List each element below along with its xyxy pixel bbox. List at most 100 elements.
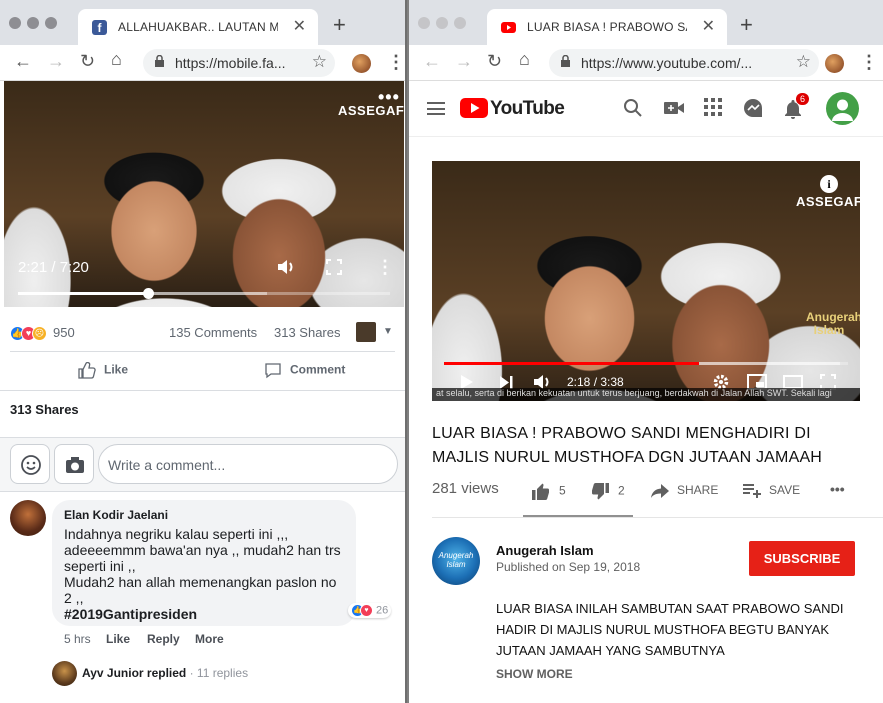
dislike-count: 2: [618, 483, 625, 498]
reload-icon[interactable]: ↻: [80, 51, 95, 72]
notification-badge: 6: [796, 93, 810, 105]
window-controls[interactable]: [418, 16, 472, 34]
youtube-header: YouTube 6: [409, 81, 883, 137]
create-video-icon[interactable]: [663, 98, 685, 118]
reaction-summary[interactable]: 👍 ♥ ☹ 950: [10, 325, 75, 342]
window-controls[interactable]: [9, 16, 63, 34]
comment-reactions[interactable]: 👍 ♥ 26: [348, 603, 392, 618]
play-icon[interactable]: [460, 375, 474, 389]
avatar[interactable]: [52, 661, 77, 686]
replies-link[interactable]: Ayv Junior replied · 11 replies: [82, 666, 248, 680]
volume-icon[interactable]: [276, 257, 296, 277]
profile-avatar[interactable]: [825, 54, 844, 73]
emoji-button[interactable]: [10, 444, 50, 484]
comment-author[interactable]: Elan Kodir Jaelani: [64, 508, 168, 522]
view-count: 281 views: [432, 480, 499, 497]
more-options-icon[interactable]: •••: [378, 87, 400, 108]
new-tab-button[interactable]: +: [333, 12, 346, 38]
back-icon[interactable]: ←: [423, 51, 441, 72]
theater-mode-icon[interactable]: [783, 375, 803, 389]
save-button[interactable]: SAVE: [743, 483, 800, 498]
hashtag-link[interactable]: #2019Gantipresiden: [64, 606, 197, 622]
publish-date: Published on Sep 19, 2018: [496, 560, 641, 574]
comment-reaction-count: 26: [376, 604, 389, 617]
video-progress-bar[interactable]: [18, 288, 390, 299]
search-icon[interactable]: [623, 98, 643, 118]
comment-button[interactable]: Comment: [264, 362, 345, 379]
facebook-video-player[interactable]: ASSEGAF ••• 2:21 / 7:20 ⋮: [4, 81, 404, 307]
channel-avatar[interactable]: Anugerah Islam: [432, 537, 480, 585]
tab-title: LUAR BIASA ! PRABOWO SAND: [527, 20, 687, 34]
tab-facebook[interactable]: f ALLAHUAKBAR.. LAUTAN MA ✕: [78, 9, 318, 45]
back-icon[interactable]: ←: [14, 51, 32, 72]
like-button[interactable]: Like: [78, 361, 129, 379]
youtube-video-player[interactable]: ASSEGAF i Anugerah Islam 2:18 / 3:38 at …: [432, 161, 860, 401]
reply-link-label: Reply: [147, 632, 180, 646]
shares-heading[interactable]: 313 Shares: [10, 402, 79, 417]
video-menu-icon[interactable]: ⋮: [376, 257, 394, 278]
comment-more-link[interactable]: More: [195, 632, 224, 646]
url-text: https://mobile.fa...: [175, 55, 286, 71]
comment-body: Indahnya negriku kalau seperti ini ,,, a…: [64, 526, 341, 606]
like-label: Like: [104, 362, 129, 377]
like-button[interactable]: 5: [532, 483, 566, 500]
user-avatar[interactable]: [826, 92, 859, 125]
more-actions-icon[interactable]: •••: [830, 481, 845, 497]
youtube-logo-icon[interactable]: [460, 98, 488, 118]
comment-reply-link[interactable]: Reply: [147, 632, 180, 646]
camera-icon: [66, 457, 84, 473]
caret-down-icon[interactable]: ▼: [383, 326, 393, 337]
info-icon[interactable]: i: [820, 175, 838, 193]
forward-icon[interactable]: →: [455, 51, 473, 72]
tab-title: ALLAHUAKBAR.. LAUTAN MA: [118, 20, 278, 34]
video-watermark: ASSEGAF: [796, 194, 860, 209]
video-description: LUAR BIASA INILAH SAMBUTAN SAAT PRABOWO …: [496, 601, 844, 658]
comment-bubble: Elan Kodir Jaelani Indahnya negriku kala…: [52, 500, 356, 626]
browser-menu-icon[interactable]: ⋮: [860, 52, 878, 73]
browser-menu-icon[interactable]: ⋮: [387, 52, 405, 73]
comment-text: Indahnya negriku kalau seperti ini ,,, a…: [64, 526, 354, 622]
home-icon[interactable]: ⌂: [519, 49, 530, 70]
show-more-button[interactable]: SHOW MORE: [496, 667, 573, 681]
bookmark-star-icon[interactable]: ☆: [796, 52, 811, 72]
fullscreen-icon[interactable]: [326, 259, 342, 275]
photo-button[interactable]: [54, 444, 94, 484]
subscribe-button[interactable]: SUBSCRIBE: [749, 541, 855, 576]
dislike-button[interactable]: 2: [591, 483, 625, 500]
facebook-favicon-icon: f: [92, 20, 107, 35]
reply-count: · 11 replies: [189, 666, 249, 680]
reload-icon[interactable]: ↻: [487, 51, 502, 72]
video-progress-bar[interactable]: [444, 362, 848, 365]
youtube-wordmark[interactable]: YouTube: [490, 98, 565, 120]
home-icon[interactable]: ⌂: [111, 49, 122, 70]
comment-like-link[interactable]: Like: [106, 632, 130, 646]
profile-avatar[interactable]: [352, 54, 371, 73]
messages-icon[interactable]: [743, 98, 763, 118]
more-link-label: More: [195, 632, 224, 646]
reaction-count: 950: [53, 325, 75, 340]
channel-name[interactable]: Anugerah Islam: [496, 543, 594, 558]
lock-icon: [561, 55, 570, 67]
apps-grid-icon[interactable]: [704, 98, 722, 116]
tab-youtube[interactable]: LUAR BIASA ! PRABOWO SAND ✕: [487, 9, 727, 45]
video-title: LUAR BIASA ! PRABOWO SANDI MENGHADIRI DI…: [432, 425, 823, 466]
love-reaction-icon: ♥: [360, 604, 373, 617]
address-bar[interactable]: https://www.youtube.com/... ☆: [549, 49, 819, 77]
shares-count[interactable]: 313 Shares: [274, 325, 341, 340]
comment-bubble-icon: [265, 363, 281, 379]
channel-overlay-logo: Anugerah Islam: [806, 310, 860, 337]
comment-input[interactable]: Write a comment...: [98, 444, 398, 484]
share-button[interactable]: SHARE: [651, 483, 718, 498]
share-arrow-icon: [651, 483, 669, 498]
avatar[interactable]: [10, 500, 46, 536]
forward-icon[interactable]: →: [47, 51, 65, 72]
close-tab-icon[interactable]: ✕: [293, 16, 306, 36]
comments-count[interactable]: 135 Comments: [169, 325, 257, 340]
new-tab-button[interactable]: +: [740, 12, 753, 38]
address-bar[interactable]: https://mobile.fa... ☆: [143, 49, 335, 77]
sharer-thumbnail[interactable]: [356, 322, 376, 342]
close-tab-icon[interactable]: ✕: [702, 16, 715, 36]
hamburger-menu-icon[interactable]: [427, 102, 445, 115]
bookmark-star-icon[interactable]: ☆: [312, 52, 327, 72]
divider: [432, 517, 883, 518]
